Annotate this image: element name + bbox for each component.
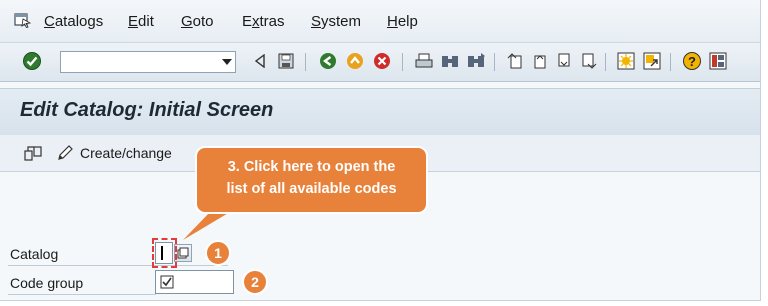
standard-toolbar: ?: [0, 43, 760, 82]
menu-bar: Catalogs Edit Goto Extras System Help: [0, 0, 760, 43]
menu-extras[interactable]: Extras: [242, 13, 285, 30]
sap-window: Catalogs Edit Goto Extras System Help ? …: [0, 0, 761, 301]
highlight-dashed-box: [152, 238, 177, 268]
find-icon[interactable]: [440, 51, 460, 71]
catalog-row: Catalog: [8, 241, 228, 266]
menu-help[interactable]: Help: [387, 13, 418, 30]
find-next-icon[interactable]: [466, 51, 486, 71]
chevron-down-icon[interactable]: [221, 56, 233, 68]
callout-text: 3. Click here to open the list of all av…: [226, 159, 397, 197]
next-page-icon[interactable]: [554, 51, 574, 71]
separator: [305, 53, 306, 71]
step-badge-2: 2: [242, 269, 268, 295]
code-group-label: Code group: [10, 275, 84, 291]
separator: [402, 53, 403, 71]
pencil-icon[interactable]: [56, 144, 74, 162]
change-mode-icon[interactable]: [24, 144, 42, 162]
possible-entries-icon: [177, 247, 189, 259]
catalog-label: Catalog: [10, 246, 59, 262]
previous-page-icon[interactable]: [530, 51, 550, 71]
exit-icon[interactable]: [345, 51, 365, 71]
separator: [494, 53, 495, 71]
menu-goto[interactable]: Goto: [181, 13, 214, 30]
back-icon[interactable]: [318, 51, 338, 71]
step-badge-1: 1: [205, 240, 231, 266]
required-entry-icon: [160, 275, 174, 289]
shortcut-icon[interactable]: [642, 51, 662, 71]
back-triangle-icon[interactable]: [250, 51, 270, 71]
instruction-callout: 3. Click here to open the list of all av…: [195, 146, 428, 214]
code-group-input[interactable]: [155, 270, 234, 294]
create-change-button[interactable]: Create/change: [80, 145, 172, 161]
help-icon[interactable]: ?: [682, 51, 702, 71]
create-session-icon[interactable]: [616, 51, 636, 71]
last-page-icon[interactable]: [578, 51, 598, 71]
menu-edit[interactable]: Edit: [128, 13, 154, 30]
page-title: Edit Catalog: Initial Screen: [20, 99, 274, 121]
menu-system-icon[interactable]: [14, 12, 32, 28]
screen-title-bar: Edit Catalog: Initial Screen: [0, 88, 760, 135]
print-icon[interactable]: [414, 51, 434, 71]
layout-menu-icon[interactable]: [708, 51, 728, 71]
code-group-row: Code group: [8, 270, 156, 295]
cancel-icon[interactable]: [372, 51, 392, 71]
svg-text:?: ?: [688, 54, 696, 69]
menu-catalogs[interactable]: Catalogs: [44, 13, 103, 30]
first-page-icon[interactable]: [506, 51, 526, 71]
enter-icon[interactable]: [22, 51, 42, 71]
separator: [670, 53, 671, 71]
menu-system[interactable]: System: [311, 13, 361, 30]
separator: [605, 53, 606, 71]
command-field[interactable]: [60, 51, 236, 73]
save-icon[interactable]: [276, 51, 296, 71]
